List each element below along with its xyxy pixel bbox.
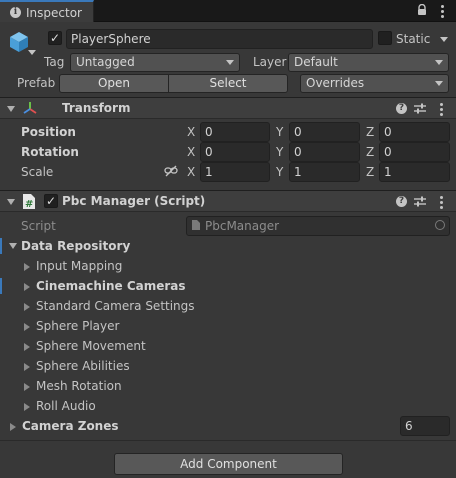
rotation-label: Rotation xyxy=(21,145,79,159)
axis-y-label[interactable]: Y xyxy=(276,125,283,139)
expand-arrow-icon[interactable] xyxy=(24,283,30,291)
list-item[interactable]: Roll Audio xyxy=(36,399,96,413)
tag-value: Untagged xyxy=(76,55,135,69)
script-file-icon: # xyxy=(23,194,35,210)
script-object-field: PbcManager xyxy=(186,216,450,236)
selection-indicator xyxy=(0,278,2,294)
script-enabled-checkbox[interactable]: ✓ xyxy=(44,194,58,208)
transform-icon xyxy=(23,102,37,114)
axis-z-label[interactable]: Z xyxy=(366,165,374,179)
overrides-label: Overrides xyxy=(306,76,365,90)
foldout-arrow-icon[interactable] xyxy=(7,106,15,112)
position-label: Position xyxy=(21,125,76,139)
script-component-header[interactable]: # ✓ Pbc Manager (Script) ? xyxy=(0,190,456,212)
data-repository-label[interactable]: Data Repository xyxy=(21,239,130,253)
tab-inspector[interactable]: i Inspector xyxy=(0,0,94,22)
script-label: Script xyxy=(21,219,56,233)
scale-y-field[interactable]: 1 xyxy=(289,162,360,182)
transform-title: Transform xyxy=(62,101,131,115)
axis-x-label[interactable]: X xyxy=(187,125,195,139)
expand-arrow-icon[interactable] xyxy=(24,383,30,391)
tag-dropdown[interactable]: Untagged xyxy=(70,53,240,72)
check-icon: ✓ xyxy=(45,194,57,208)
kebab-menu-icon[interactable] xyxy=(440,196,443,211)
list-item[interactable]: Mesh Rotation xyxy=(36,379,122,393)
presets-icon[interactable] xyxy=(414,103,426,114)
prefab-open-button[interactable]: Open xyxy=(59,74,169,93)
add-component-button[interactable]: Add Component xyxy=(114,453,343,475)
static-label: Static xyxy=(396,32,431,46)
tab-label: Inspector xyxy=(26,6,82,20)
script-value: PbcManager xyxy=(205,219,280,233)
info-icon: i xyxy=(10,7,21,18)
prefab-select-button[interactable]: Select xyxy=(168,74,288,93)
tab-bar: i Inspector xyxy=(0,0,456,22)
static-dropdown-icon[interactable] xyxy=(440,37,448,42)
kebab-menu-icon[interactable] xyxy=(440,103,443,118)
layer-label: Layer xyxy=(253,55,287,69)
prefab-overrides-dropdown[interactable]: Overrides xyxy=(300,74,449,93)
tag-label: Tag xyxy=(44,55,65,69)
lock-icon[interactable] xyxy=(417,4,427,16)
expand-arrow-icon[interactable] xyxy=(24,323,30,331)
active-checkbox[interactable]: ✓ xyxy=(48,31,62,45)
expand-arrow-icon[interactable] xyxy=(24,343,30,351)
script-asset-icon xyxy=(192,220,200,230)
icon-dropdown-arrow[interactable] xyxy=(28,50,36,55)
position-x-field[interactable]: 0 xyxy=(200,122,270,142)
list-item[interactable]: Input Mapping xyxy=(36,259,122,273)
list-item[interactable]: Sphere Player xyxy=(36,319,119,333)
static-checkbox[interactable] xyxy=(378,31,392,45)
kebab-menu-icon[interactable] xyxy=(441,5,444,20)
camera-zones-label[interactable]: Camera Zones xyxy=(22,419,119,433)
expand-arrow-icon[interactable] xyxy=(24,363,30,371)
selection-indicator xyxy=(0,238,2,254)
chevron-down-icon xyxy=(435,60,443,65)
script-component-title: Pbc Manager (Script) xyxy=(62,194,206,208)
list-item[interactable]: Cinemachine Cameras xyxy=(36,279,186,293)
axis-x-label[interactable]: X xyxy=(187,145,195,159)
chevron-down-icon xyxy=(435,81,443,86)
prefab-label: Prefab xyxy=(17,76,56,90)
expand-arrow-icon[interactable] xyxy=(24,263,30,271)
cube-icon xyxy=(10,32,28,52)
layer-dropdown[interactable]: Default xyxy=(288,53,449,72)
scale-x-field[interactable]: 1 xyxy=(200,162,270,182)
foldout-arrow-icon[interactable] xyxy=(7,199,15,205)
scale-label: Scale xyxy=(21,165,54,179)
check-icon: ✓ xyxy=(49,31,61,45)
axis-y-label[interactable]: Y xyxy=(276,165,283,179)
expand-arrow-icon[interactable] xyxy=(24,403,30,411)
help-icon[interactable]: ? xyxy=(396,103,407,114)
presets-icon[interactable] xyxy=(414,196,426,207)
position-z-field[interactable]: 0 xyxy=(379,122,450,142)
rotation-x-field[interactable]: 0 xyxy=(200,142,270,162)
foldout-arrow-icon[interactable] xyxy=(9,243,17,249)
rotation-y-field[interactable]: 0 xyxy=(289,142,360,162)
camera-zones-count-field[interactable]: 6 xyxy=(400,416,450,436)
axis-z-label[interactable]: Z xyxy=(366,125,374,139)
layer-value: Default xyxy=(294,55,338,69)
object-name-field[interactable]: PlayerSphere xyxy=(66,29,373,49)
axis-y-label[interactable]: Y xyxy=(276,145,283,159)
axis-z-label[interactable]: Z xyxy=(366,145,374,159)
transform-header[interactable]: Transform ? xyxy=(0,97,456,119)
constrain-proportions-icon[interactable] xyxy=(164,165,178,177)
list-item[interactable]: Sphere Abilities xyxy=(36,359,130,373)
svg-text:#: # xyxy=(25,199,33,210)
axis-x-label[interactable]: X xyxy=(187,165,195,179)
expand-arrow-icon[interactable] xyxy=(10,423,16,431)
expand-arrow-icon[interactable] xyxy=(24,303,30,311)
help-icon[interactable]: ? xyxy=(396,196,407,207)
scale-z-field[interactable]: 1 xyxy=(379,162,450,182)
object-picker-icon[interactable] xyxy=(435,220,445,230)
chevron-down-icon xyxy=(226,60,234,65)
position-y-field[interactable]: 0 xyxy=(289,122,360,142)
list-item[interactable]: Sphere Movement xyxy=(36,339,146,353)
rotation-z-field[interactable]: 0 xyxy=(379,142,450,162)
list-item[interactable]: Standard Camera Settings xyxy=(36,299,195,313)
